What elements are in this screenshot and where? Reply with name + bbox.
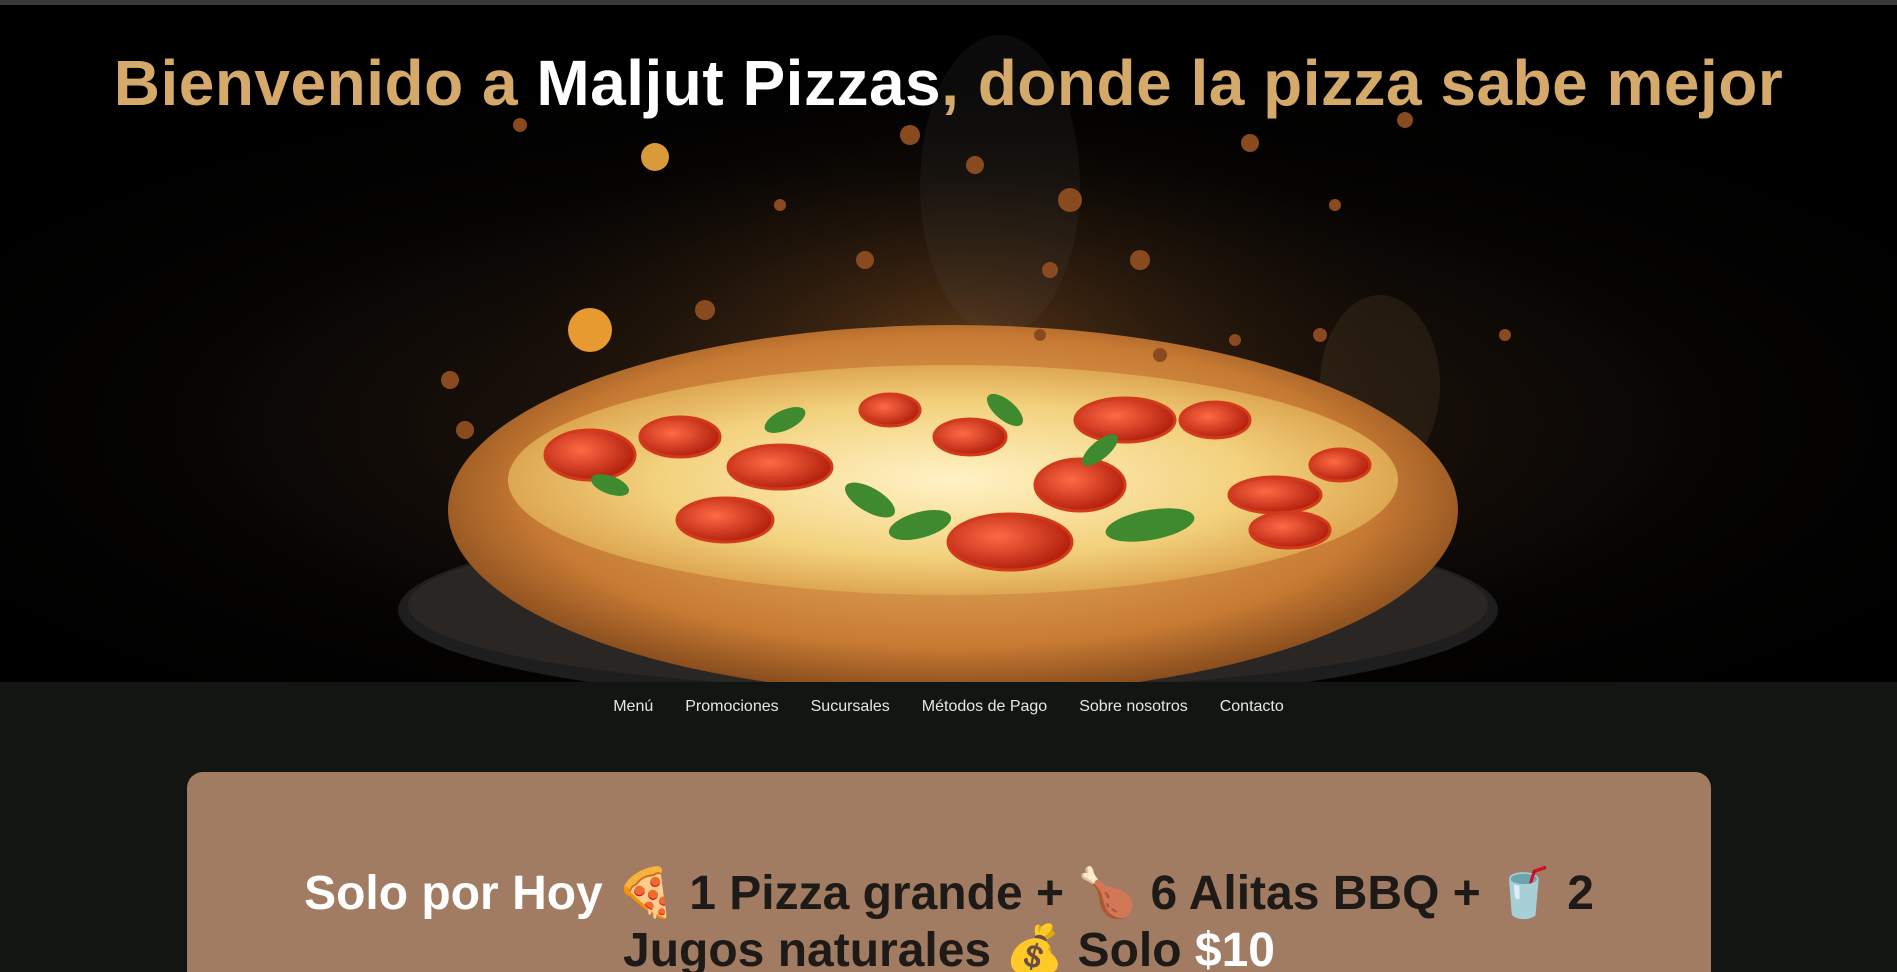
promo-price: $10 <box>1194 924 1275 972</box>
nav-item-promociones[interactable]: Promociones <box>669 698 794 716</box>
nav-item-metodos-de-pago[interactable]: Métodos de Pago <box>906 698 1063 716</box>
money-bag-icon: 💰 <box>1004 922 1065 972</box>
pizza-icon: 🍕 <box>616 865 676 921</box>
promo-heading: Solo por Hoy 🍕 1 Pizza grande + 🍗 6 Alit… <box>187 865 1711 972</box>
nav-item-contacto[interactable]: Contacto <box>1204 698 1300 716</box>
nav-item-sobre-nosotros[interactable]: Sobre nosotros <box>1063 698 1204 716</box>
hero-title: Bienvenido a Maljut Pizzas, donde la piz… <box>0 43 1897 123</box>
hero-banner: Bienvenido a Maljut Pizzas, donde la piz… <box>0 5 1897 682</box>
chicken-wing-icon: 🍗 <box>1077 865 1138 921</box>
nav-item-sucursales[interactable]: Sucursales <box>795 698 906 716</box>
hero-title-after: , donde la pizza sabe mejor <box>941 47 1784 119</box>
promo-card: Solo por Hoy 🍕 1 Pizza grande + 🍗 6 Alit… <box>187 772 1711 972</box>
promo-lead: Solo por Hoy <box>304 867 603 920</box>
hero-title-brand: Maljut Pizzas <box>536 47 942 119</box>
promo-part2: 6 Alitas BBQ + <box>1137 867 1495 920</box>
promo-part1: 1 Pizza grande + <box>675 867 1078 920</box>
main-nav: Menú Promociones Sucursales Métodos de P… <box>0 682 1897 732</box>
nav-item-menu[interactable]: Menú <box>597 698 669 716</box>
drink-cup-icon: 🥤 <box>1494 865 1554 921</box>
hero-title-before: Bienvenido a <box>113 47 537 119</box>
promo-part4: Solo <box>1064 924 1195 972</box>
